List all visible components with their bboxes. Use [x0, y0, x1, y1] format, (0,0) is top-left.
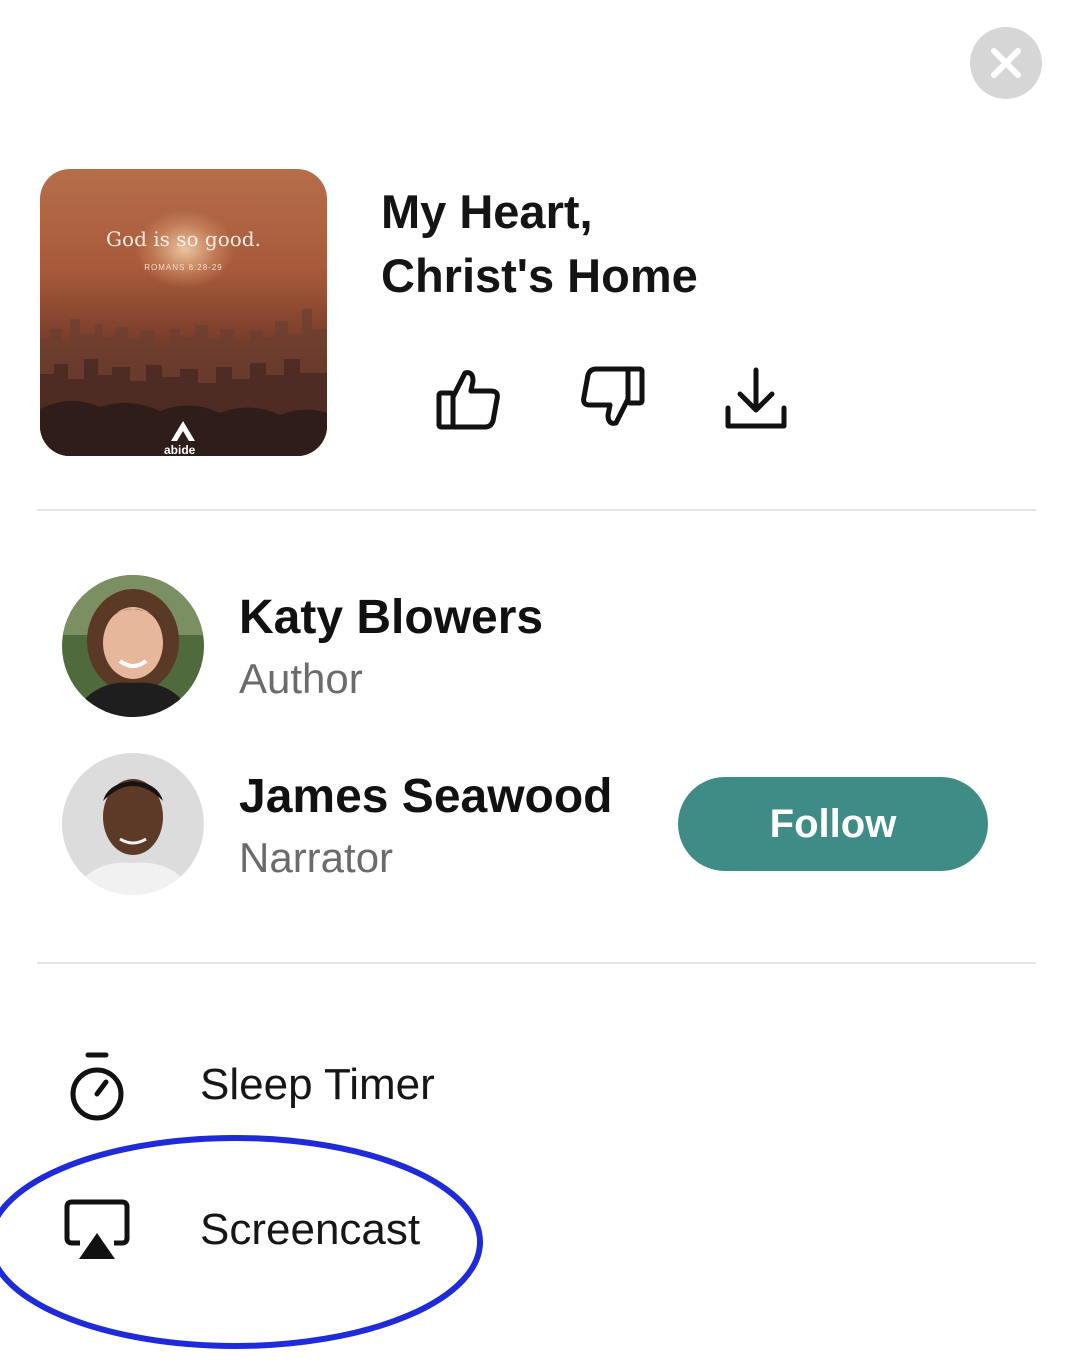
- like-button[interactable]: [428, 358, 508, 438]
- avatar-photo: [62, 753, 204, 895]
- track-title: My Heart, Christ's Home: [381, 180, 981, 308]
- divider: [37, 509, 1036, 511]
- avatar-james-seawood[interactable]: [62, 753, 204, 895]
- airplay-icon: [64, 1199, 130, 1259]
- track-artwork: God is so good. ROMANS 8:28-29 abide: [40, 169, 327, 456]
- dislike-button[interactable]: [573, 358, 653, 438]
- artwork-skyline: [40, 309, 327, 456]
- menu-item-label: Sleep Timer: [200, 1060, 435, 1109]
- credit-role: Narrator: [239, 834, 394, 881]
- thumbs-down-icon: [581, 366, 645, 426]
- menu-item-screencast[interactable]: Screencast: [40, 1185, 640, 1275]
- track-title-line-1: My Heart,: [381, 185, 593, 238]
- artwork-brand: abide: [164, 443, 196, 456]
- close-icon: [991, 48, 1021, 78]
- menu-item-sleep-timer[interactable]: Sleep Timer: [40, 1040, 640, 1130]
- divider: [37, 962, 1036, 964]
- credit-role: Author: [239, 655, 363, 702]
- avatar-katy-blowers[interactable]: [62, 575, 204, 717]
- menu-item-label: Screencast: [200, 1205, 421, 1254]
- close-button[interactable]: [970, 27, 1042, 99]
- stopwatch-icon: [70, 1052, 124, 1121]
- thumbs-up-icon: [436, 370, 500, 430]
- download-icon: [725, 367, 787, 429]
- follow-button[interactable]: Follow: [678, 777, 988, 871]
- credit-name[interactable]: James Seawood: [239, 769, 613, 824]
- download-button[interactable]: [716, 358, 796, 438]
- credit-name[interactable]: Katy Blowers: [239, 590, 543, 645]
- track-title-line-2: Christ's Home: [381, 249, 698, 302]
- avatar-photo: [62, 575, 204, 717]
